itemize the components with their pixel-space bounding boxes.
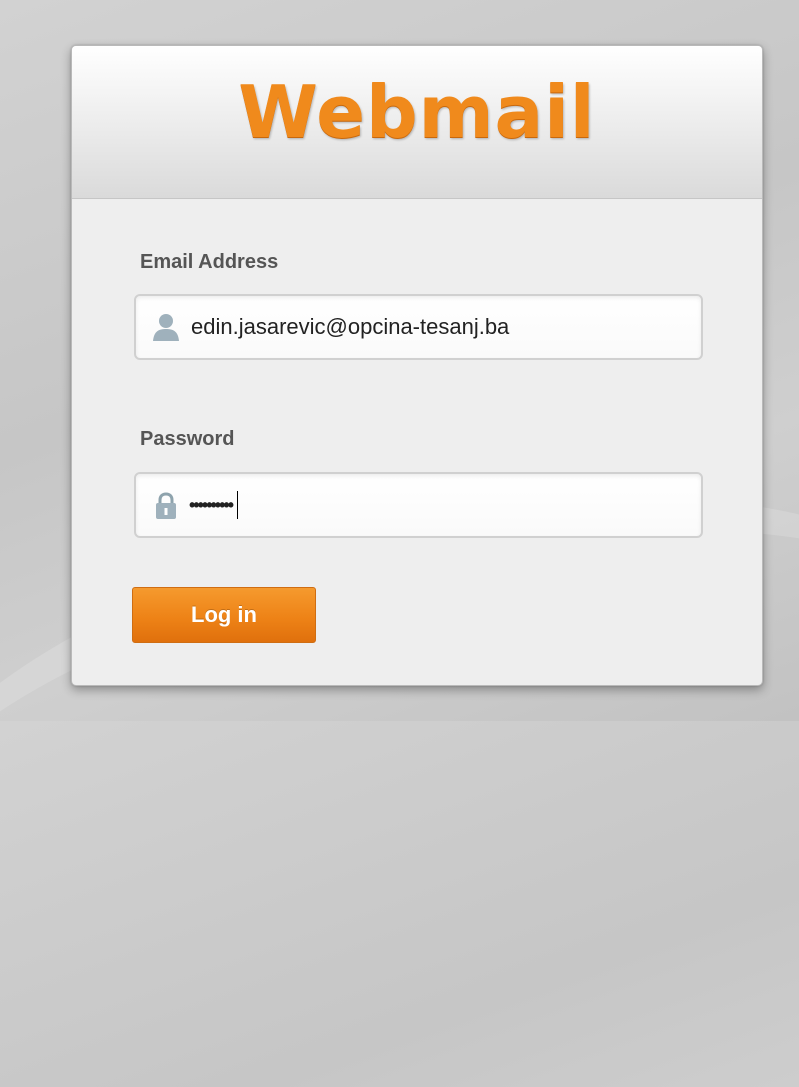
login-button[interactable]: Log in: [132, 587, 316, 643]
panel-header: Webmail: [72, 46, 762, 199]
login-panel: Webmail Email Address edin.jasarevic@opc…: [71, 45, 763, 686]
email-field[interactable]: edin.jasarevic@opcina-tesanj.ba: [134, 294, 703, 360]
user-icon: [151, 312, 181, 342]
password-value: ••••••••••: [189, 494, 234, 515]
password-label: Password: [140, 428, 235, 450]
webmail-logo: Webmail: [238, 70, 596, 154]
text-cursor: [237, 491, 239, 519]
email-label: Email Address: [140, 251, 279, 273]
email-value: edin.jasarevic@opcina-tesanj.ba: [191, 314, 510, 339]
password-field[interactable]: ••••••••••: [134, 472, 703, 538]
lock-icon: [151, 490, 181, 520]
